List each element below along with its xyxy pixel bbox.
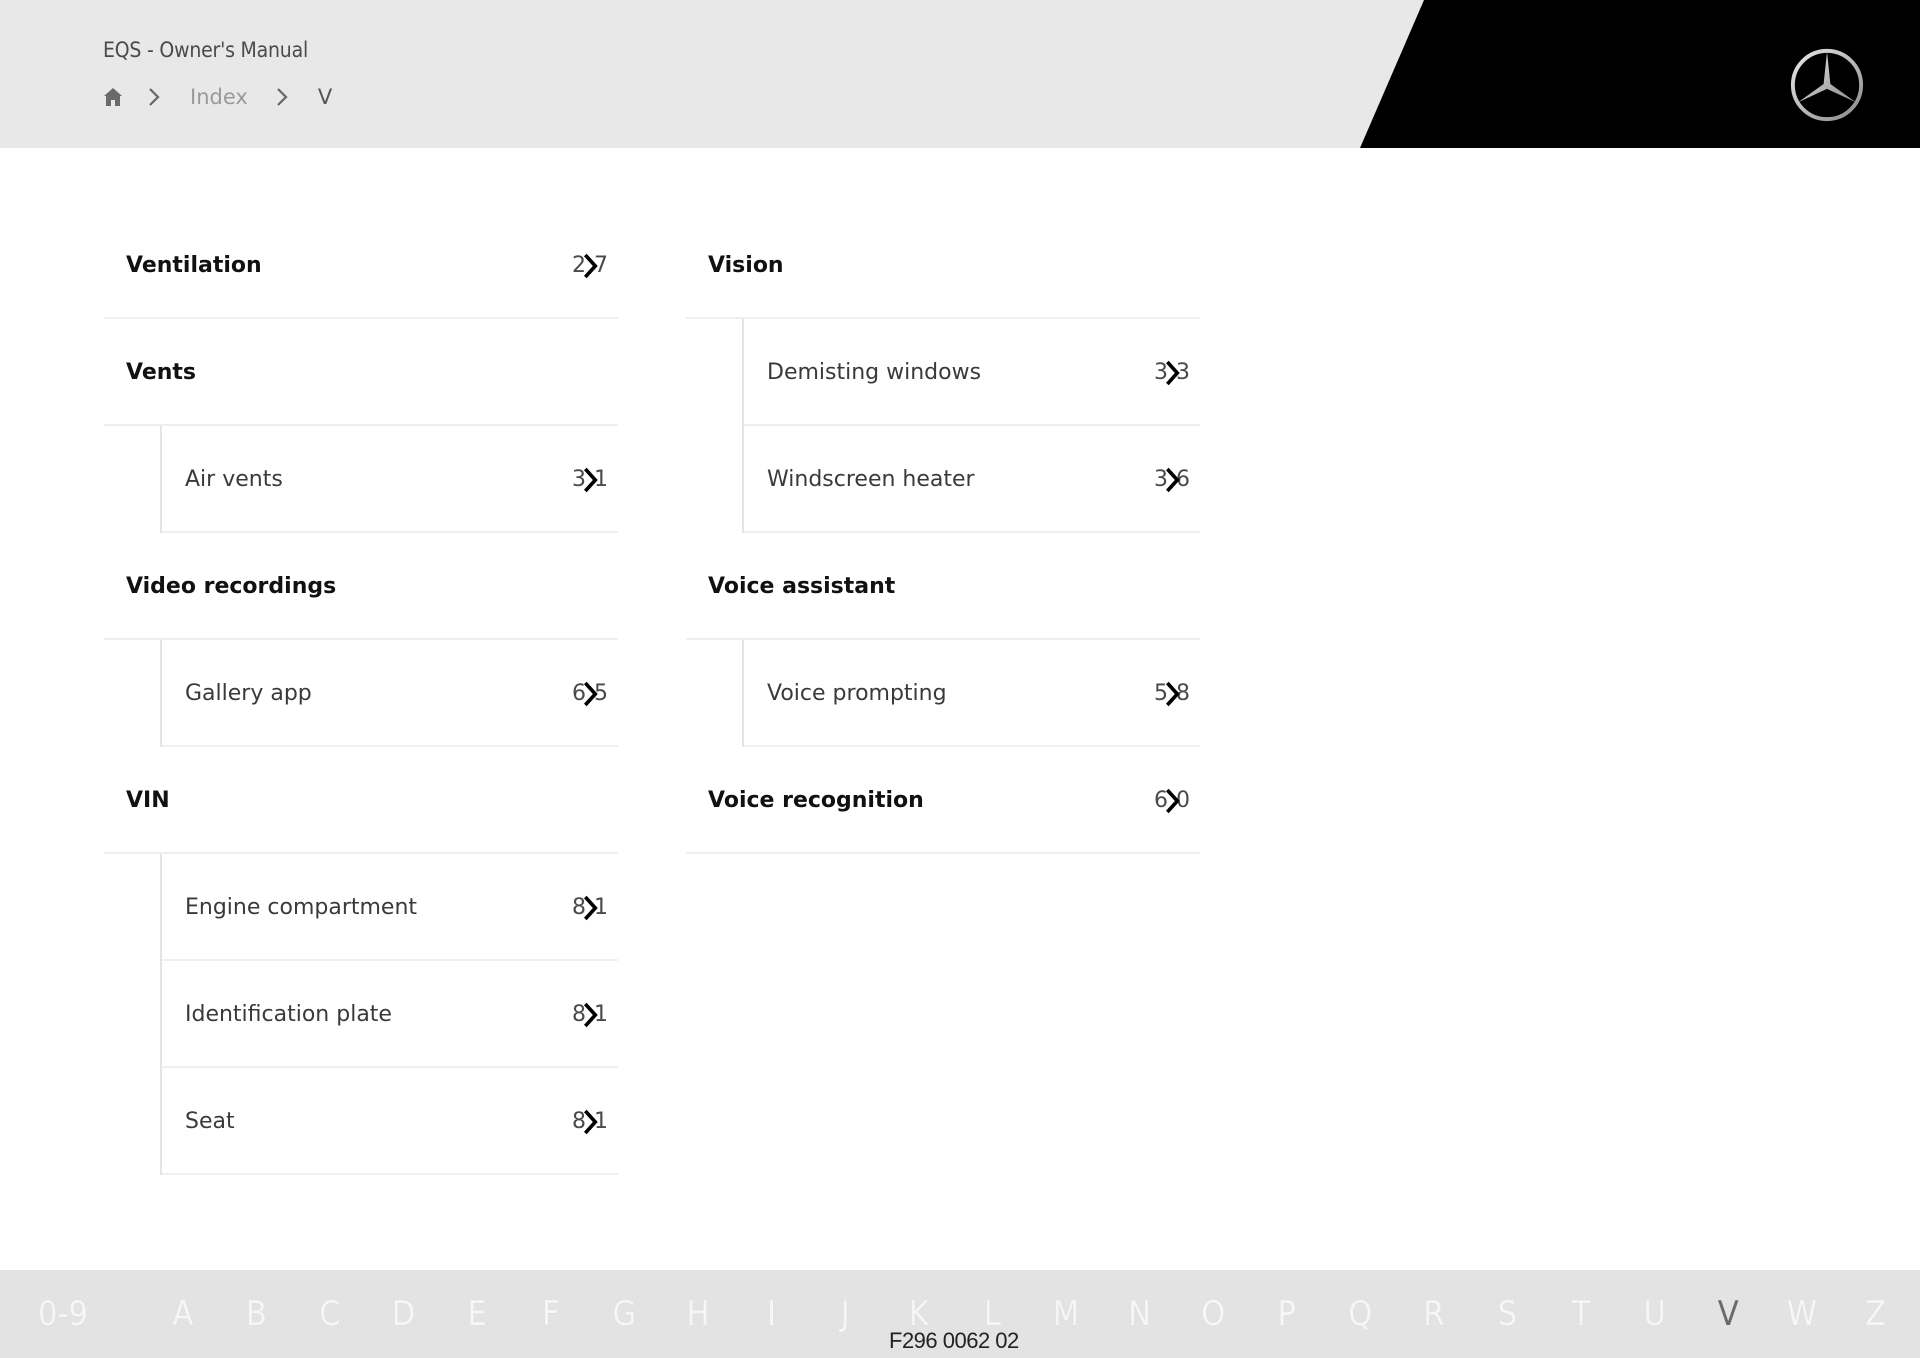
breadcrumb-index-link[interactable]: Index [190, 85, 248, 109]
indent-line [160, 640, 162, 747]
page-link[interactable]: 81 [572, 854, 608, 961]
page-link[interactable]: 81 [572, 961, 608, 1068]
mercedes-star-logo[interactable] [1788, 46, 1866, 124]
header: EQS - Owner's Manual Index V [0, 0, 1920, 148]
entry-label: Gallery app [185, 681, 312, 706]
alphabet-letter[interactable]: H [661, 1294, 735, 1334]
alphabet-letter[interactable]: Q [1324, 1294, 1398, 1334]
alphabet-letter[interactable]: I [735, 1294, 809, 1334]
alphabet-letter[interactable]: D [367, 1294, 441, 1334]
entry-label: Identification plate [185, 1002, 392, 1027]
alphabet-letter[interactable]: U [1618, 1294, 1692, 1334]
manual-title: EQS - Owner's Manual [103, 38, 308, 62]
alphabet-letter[interactable]: F [514, 1294, 588, 1334]
page-link[interactable]: 81 [572, 1068, 608, 1175]
home-icon[interactable] [102, 86, 124, 108]
chevron-right-icon [1165, 681, 1180, 706]
index-column-left: Ventilation 2 7 Vents Air vents 3 1 Video recor… [104, 212, 618, 1175]
index-column-right: Vision Demisting windows 3 3 Windscreen heat… [686, 212, 1200, 854]
page-link[interactable]: 65 [572, 640, 608, 747]
entry-label: Voice recognition [708, 788, 924, 813]
alphabet-letter[interactable]: V [1691, 1294, 1765, 1334]
alphabet-letter[interactable]: C [293, 1294, 367, 1334]
chevron-right-icon [1165, 360, 1180, 385]
entry-label: Vision [708, 253, 784, 278]
index-heading-entry: Vents [104, 319, 618, 426]
chevron-right-icon [583, 253, 598, 278]
alphabet-letter[interactable]: G [588, 1294, 662, 1334]
entry-label: Seat [185, 1109, 235, 1134]
chevron-right-icon [583, 681, 598, 706]
entry-label: Ventilation [126, 253, 262, 278]
entry-label: Video recordings [126, 574, 337, 599]
page-link[interactable]: 31 [572, 426, 608, 533]
index-sub-entry[interactable]: Voice prompting 5 8 [686, 640, 1200, 747]
index-heading-entry: Video recordings [104, 533, 618, 640]
alphabet-letter[interactable]: T [1544, 1294, 1618, 1334]
alphabet-letter[interactable]: B [220, 1294, 294, 1334]
alphabet-letter[interactable]: J [808, 1294, 882, 1334]
index-heading-entry: Vision [686, 212, 1200, 319]
index-sub-entry[interactable]: Windscreen heater 3 6 [686, 426, 1200, 533]
alphabet-letter[interactable]: S [1471, 1294, 1545, 1334]
index-heading-entry: Voice assistant [686, 533, 1200, 640]
index-heading-entry: VIN [104, 747, 618, 854]
alphabet-letter[interactable]: P [1250, 1294, 1324, 1334]
chevron-right-icon [583, 467, 598, 492]
index-heading-entry[interactable]: Voice recognition 6 0 [686, 747, 1200, 854]
index-sub-entry[interactable]: Demisting windows 3 3 [686, 319, 1200, 426]
entry-label: Voice assistant [708, 574, 896, 599]
indent-line [742, 426, 744, 533]
indent-line [160, 854, 162, 961]
breadcrumb-current: V [317, 85, 333, 109]
breadcrumb: Index V [102, 82, 332, 112]
chevron-right-icon [583, 1109, 598, 1134]
indent-line [160, 1068, 162, 1175]
alphabet-letter[interactable]: Z [1839, 1294, 1913, 1334]
page-link[interactable]: 58 [1154, 640, 1190, 747]
entry-label: Vents [126, 360, 197, 385]
chevron-right-icon [583, 895, 598, 920]
alphabet-letter[interactable]: O [1176, 1294, 1250, 1334]
index-sub-entry[interactable]: Air vents 3 1 [104, 426, 618, 533]
index-sub-entry[interactable]: Identification plate 8 1 [104, 961, 618, 1068]
entry-label: Voice prompting [767, 681, 947, 706]
alphabet-letter[interactable]: E [440, 1294, 514, 1334]
page-link[interactable]: 36 [1154, 426, 1190, 533]
entry-label: Windscreen heater [767, 467, 975, 492]
alphabet-letter[interactable]: 0-9 [38, 1294, 146, 1334]
indent-line [160, 961, 162, 1068]
entry-label: VIN [126, 788, 170, 813]
chevron-right-icon [583, 1002, 598, 1027]
chevron-right-icon [1165, 467, 1180, 492]
index-sub-entry[interactable]: Engine compartment 8 1 [104, 854, 618, 961]
alphabet-letter[interactable]: N [1103, 1294, 1177, 1334]
page-link[interactable]: 33 [1154, 319, 1190, 426]
alphabet-letter[interactable]: W [1765, 1294, 1839, 1334]
index-heading-entry[interactable]: Ventilation 2 7 [104, 212, 618, 319]
alphabet-letter[interactable]: A [146, 1294, 220, 1334]
indent-line [742, 319, 744, 426]
alphabet-letter[interactable]: R [1397, 1294, 1471, 1334]
alphabet-letter[interactable]: M [1029, 1294, 1103, 1334]
index-sub-entry[interactable]: Seat 8 1 [104, 1068, 618, 1175]
chevron-right-icon [1165, 788, 1180, 813]
page-link[interactable]: 60 [1154, 747, 1190, 854]
page-link[interactable]: 27 [572, 212, 608, 319]
indent-line [160, 426, 162, 533]
document-id: F296 0062 02 [889, 1328, 1019, 1353]
chevron-right-icon [277, 88, 288, 106]
chevron-right-icon [149, 88, 160, 106]
index-sub-entry[interactable]: Gallery app 6 5 [104, 640, 618, 747]
entry-label: Engine compartment [185, 895, 418, 920]
indent-line [742, 640, 744, 747]
entry-label: Air vents [185, 467, 283, 492]
entry-label: Demisting windows [767, 360, 982, 385]
